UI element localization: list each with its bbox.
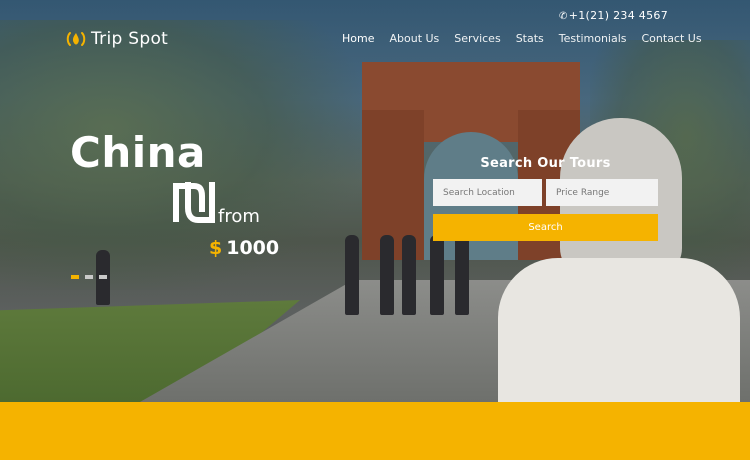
nav-services[interactable]: Services [454,32,500,45]
crowd-person [345,235,359,315]
crowd-person [455,235,469,315]
price-value: 1000 [226,237,280,259]
price-symbol: $ [209,237,223,259]
nav-contact-us[interactable]: Contact Us [642,32,702,45]
phone-icon: ✆ [559,11,568,22]
flame-logo-icon [66,32,86,46]
logo-text: Trip Spot [91,29,169,49]
nav-testimonials[interactable]: Testimonials [559,32,627,45]
phone-contact[interactable]: ✆+1(21) 234 4567 [559,9,668,22]
slider-dot[interactable] [99,275,107,279]
nav-home[interactable]: Home [342,32,374,45]
search-title: Search Our Tours [480,156,611,171]
price-range-input[interactable] [546,179,658,206]
price: $1000 [209,237,279,259]
crowd-person [430,235,444,315]
slider-dots [71,275,107,279]
search-button[interactable]: Search [433,214,658,241]
slider-dot[interactable] [71,275,79,279]
bottom-band [0,402,750,460]
slider-dot[interactable] [85,275,93,279]
main-nav: Home About Us Services Stats Testimonial… [342,32,702,45]
shekel-icon [173,182,215,223]
person-body [498,258,740,402]
search-location-input[interactable] [433,179,542,206]
nav-stats[interactable]: Stats [516,32,544,45]
slide-title: China [70,128,206,177]
crowd-person [380,235,394,315]
phone-number: +1(21) 234 4567 [568,9,668,22]
logo[interactable]: Trip Spot [66,29,168,49]
crowd-person [402,235,416,315]
from-label: from [218,206,260,227]
nav-about-us[interactable]: About Us [389,32,439,45]
